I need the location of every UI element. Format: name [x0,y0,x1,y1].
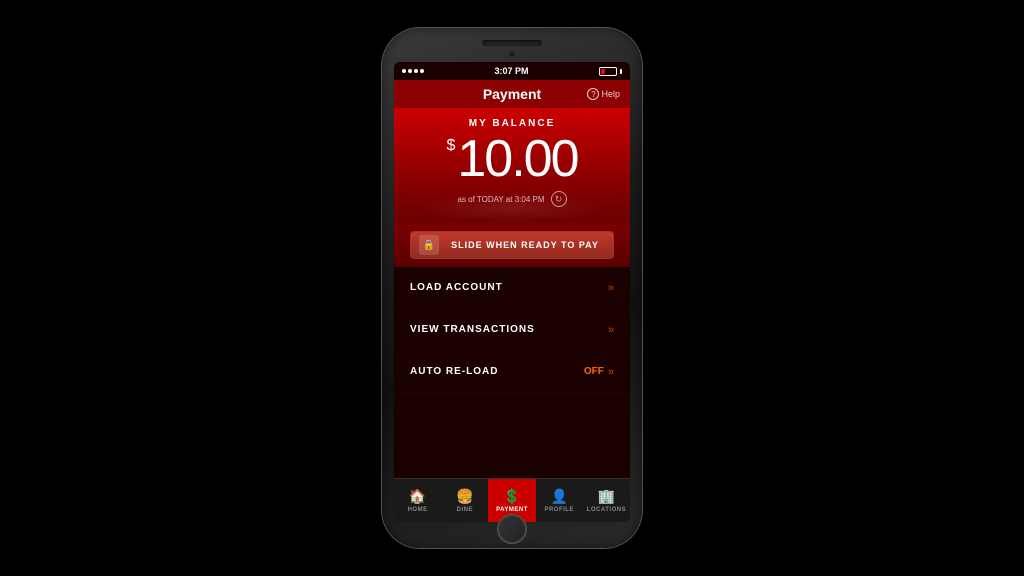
tab-locations-label: LOCATIONS [587,507,626,513]
status-bar: 3:07 PM [394,62,630,80]
slide-to-pay-button[interactable]: 🔒 SLIDE WHEN READY TO PAY [410,231,614,259]
slide-btn-text: SLIDE WHEN READY TO PAY [445,240,605,250]
tab-payment-label: PAYMENT [496,507,528,513]
balance-amount-row: $ 10.00 [410,133,614,185]
tab-profile-label: PROFILE [544,507,574,513]
help-button[interactable]: ? Help [587,88,620,100]
signal-dots [402,69,424,73]
balance-section: MY BALANCE $ 10.00 as of TODAY at 3:04 P… [394,108,630,223]
menu-label-auto-reload: AUTO RE-LOAD [410,366,498,377]
tab-locations[interactable]: 🏢 LOCATIONS [583,479,630,522]
locations-icon: 🏢 [598,488,615,505]
phone-speaker [482,40,542,46]
chevron-auto-reload: » [608,366,614,378]
chevron-load-account: » [608,282,614,294]
home-button-area [394,522,630,536]
lock-icon: 🔒 [419,235,439,255]
phone-screen: 3:07 PM Payment ? Help MY BALANCE $ 10.0… [394,62,630,522]
timestamp-text: as of TODAY at 3:04 PM [457,195,544,204]
tab-profile[interactable]: 👤 PROFILE [536,479,583,522]
dine-icon: 🍔 [456,488,473,505]
tab-dine[interactable]: 🍔 DINE [441,479,488,522]
nav-bar: Payment ? Help [394,80,630,108]
battery-indicator [599,67,622,76]
status-time: 3:07 PM [494,66,528,76]
menu-item-auto-reload[interactable]: AUTO RE-LOAD OFF » [394,351,630,393]
auto-reload-value: OFF [584,366,604,377]
phone-outer: 3:07 PM Payment ? Help MY BALANCE $ 10.0… [382,28,642,548]
home-button[interactable] [498,515,526,543]
menu-label-view-transactions: VIEW TRANSACTIONS [410,324,535,335]
payment-icon: 💲 [503,488,520,505]
my-balance-label: MY BALANCE [410,118,614,129]
menu-item-view-transactions[interactable]: VIEW TRANSACTIONS » [394,309,630,351]
menu-item-load-account[interactable]: LOAD ACCOUNT » [394,267,630,309]
tab-dine-label: DINE [457,507,473,513]
phone-camera [508,50,516,58]
balance-timestamp-row: as of TODAY at 3:04 PM ↻ [410,191,614,207]
balance-amount: 10.00 [457,133,577,185]
currency-symbol: $ [446,137,455,155]
chevron-view-transactions: » [608,324,614,336]
home-icon: 🏠 [409,488,426,505]
profile-icon: 👤 [550,488,567,505]
menu-label-load-account: LOAD ACCOUNT [410,282,503,293]
menu-section: LOAD ACCOUNT » VIEW TRANSACTIONS » AUTO … [394,267,630,478]
refresh-button[interactable]: ↻ [551,191,567,207]
tab-home[interactable]: 🏠 HOME [394,479,441,522]
tab-home-label: HOME [408,507,428,513]
slide-btn-container: 🔒 SLIDE WHEN READY TO PAY [394,223,630,267]
